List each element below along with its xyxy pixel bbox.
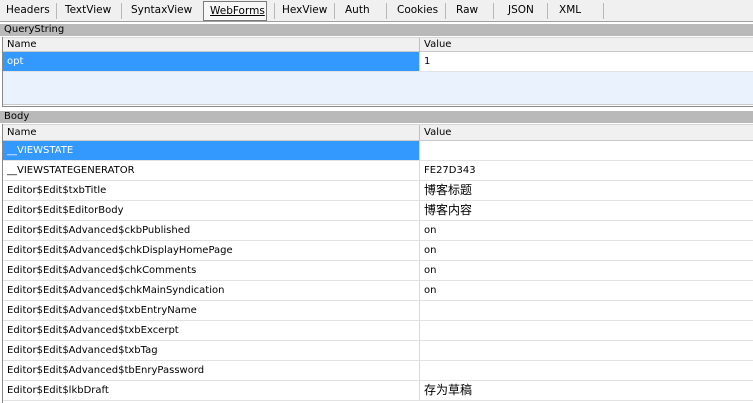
tab-cookies-label: Cookies xyxy=(397,4,439,16)
tab-divider xyxy=(274,3,275,19)
querystring-col-value[interactable]: Value xyxy=(420,38,451,52)
body-grid: Name Value __VIEWSTATE __VIEWSTATEGENERA… xyxy=(2,124,753,403)
tab-webforms[interactable]: WebForms xyxy=(203,1,267,21)
querystring-section-header: QueryString xyxy=(0,24,753,36)
body-row-name: Editor$Edit$Advanced$tbEnryPassword xyxy=(7,365,205,376)
body-row[interactable]: Editor$Edit$Advanced$txbEntryName xyxy=(3,301,753,321)
body-row-name: __VIEWSTATEGENERATOR xyxy=(7,165,135,176)
body-row-name: Editor$Edit$lkbDraft xyxy=(7,385,109,396)
tab-auth[interactable]: Auth xyxy=(339,1,376,21)
body-row-name: __VIEWSTATE xyxy=(3,141,419,160)
body-row-name: Editor$Edit$EditorBody xyxy=(7,205,124,216)
querystring-row-name: opt xyxy=(3,52,419,71)
tab-cookies[interactable]: Cookies xyxy=(391,1,444,21)
body-row-name: Editor$Edit$Advanced$ckbPublished xyxy=(7,225,191,236)
body-col-value[interactable]: Value xyxy=(420,125,451,141)
body-row[interactable]: Editor$Edit$Advanced$ckbPublished on xyxy=(3,221,753,241)
body-col-name[interactable]: Name xyxy=(3,125,37,141)
body-row-value: 博客内容 xyxy=(419,201,753,220)
tab-hexview-label: HexView xyxy=(282,4,328,16)
body-row-value: 博客标题 xyxy=(419,181,753,200)
querystring-row[interactable]: opt 1 xyxy=(3,52,753,72)
tab-xml-label: XML xyxy=(559,4,582,16)
tab-syntaxview-label: SyntaxView xyxy=(131,4,193,16)
body-row[interactable]: Editor$Edit$Advanced$chkMainSyndication … xyxy=(3,281,753,301)
querystring-grid-header: Name Value xyxy=(3,37,753,52)
tab-json-label: JSON xyxy=(508,4,534,16)
tab-raw[interactable]: Raw xyxy=(450,1,484,21)
tab-headers-label: Headers xyxy=(6,4,50,16)
body-grid-header: Name Value xyxy=(3,124,753,141)
tab-divider xyxy=(386,3,387,19)
tab-json[interactable]: JSON xyxy=(502,1,540,21)
body-row[interactable]: __VIEWSTATEGENERATOR FE27D343 xyxy=(3,161,753,181)
body-row[interactable]: Editor$Edit$EditorBody 博客内容 xyxy=(3,201,753,221)
body-row[interactable]: Editor$Edit$lkbDraft 存为草稿 xyxy=(3,381,753,401)
tab-bar: Headers TextView SyntaxView WebForms Hex… xyxy=(0,0,753,22)
body-row-value: on xyxy=(419,221,753,240)
tab-divider xyxy=(603,3,604,19)
tab-divider xyxy=(56,3,57,19)
body-row[interactable]: Editor$Edit$txbTitle 博客标题 xyxy=(3,181,753,201)
body-row-value xyxy=(419,301,753,320)
body-row-name: Editor$Edit$txbTitle xyxy=(7,185,107,196)
body-row-name: Editor$Edit$Advanced$chkComments xyxy=(7,265,197,276)
tab-divider xyxy=(121,3,122,19)
tab-auth-label: Auth xyxy=(345,4,370,16)
body-row-value xyxy=(419,361,753,380)
tab-syntaxview[interactable]: SyntaxView xyxy=(125,1,198,21)
querystring-row-value: 1 xyxy=(419,52,753,71)
body-row-value: on xyxy=(419,241,753,260)
tab-divider xyxy=(547,3,548,19)
body-row-value: on xyxy=(419,281,753,300)
body-row[interactable]: Editor$Edit$Advanced$txbTag xyxy=(3,341,753,361)
body-row-value xyxy=(419,341,753,360)
tab-headers[interactable]: Headers xyxy=(0,1,56,21)
body-row-value xyxy=(419,141,753,160)
querystring-grid: Name Value opt 1 xyxy=(2,37,753,107)
tab-divider xyxy=(445,3,446,19)
tab-divider xyxy=(493,3,494,19)
tab-textview-label: TextView xyxy=(65,4,112,16)
body-row-value xyxy=(419,321,753,340)
body-row[interactable]: Editor$Edit$Advanced$tbEnryPassword xyxy=(3,361,753,381)
body-row-name: Editor$Edit$Advanced$txbTag xyxy=(7,345,158,356)
querystring-empty-area xyxy=(3,72,753,105)
tab-webforms-label: WebForms xyxy=(210,5,265,17)
tab-raw-label: Raw xyxy=(456,4,479,16)
querystring-col-name[interactable]: Name xyxy=(3,38,37,52)
body-row-name: Editor$Edit$Advanced$chkDisplayHomePage xyxy=(7,245,233,256)
body-row-value: FE27D343 xyxy=(419,161,753,180)
body-row-name: Editor$Edit$Advanced$txbEntryName xyxy=(7,305,197,316)
body-section-header: Body xyxy=(0,111,753,123)
body-row-name: Editor$Edit$Advanced$chkMainSyndication xyxy=(7,285,225,296)
body-row[interactable]: __VIEWSTATE xyxy=(3,141,753,161)
body-row-value: on xyxy=(419,261,753,280)
tab-divider xyxy=(334,3,335,19)
tab-xml[interactable]: XML xyxy=(553,1,587,21)
body-row[interactable]: Editor$Edit$Advanced$chkDisplayHomePage … xyxy=(3,241,753,261)
body-row-name: Editor$Edit$Advanced$txbExcerpt xyxy=(7,325,179,336)
body-row-value: 存为草稿 xyxy=(419,381,753,400)
body-row[interactable]: Editor$Edit$Advanced$chkComments on xyxy=(3,261,753,281)
tab-textview[interactable]: TextView xyxy=(59,1,117,21)
tab-hexview[interactable]: HexView xyxy=(276,1,333,21)
body-row[interactable]: Editor$Edit$Advanced$txbExcerpt xyxy=(3,321,753,341)
